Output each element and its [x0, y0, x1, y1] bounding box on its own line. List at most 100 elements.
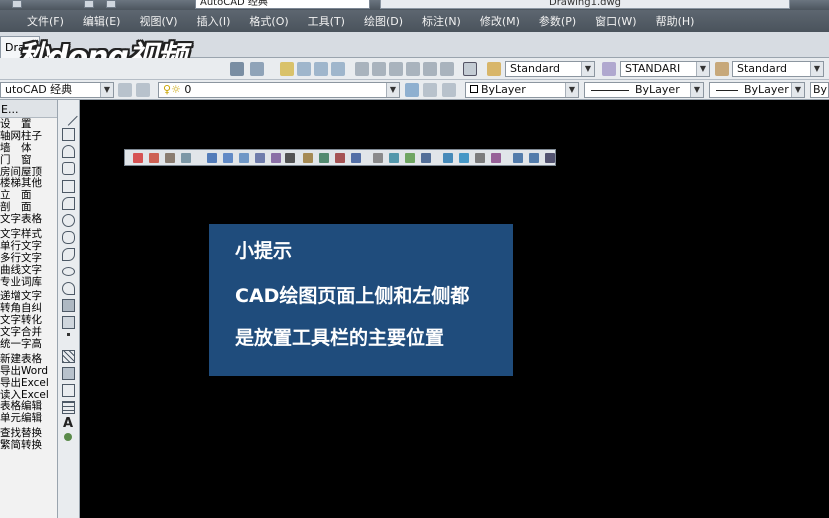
dim-baseline-icon[interactable] [303, 153, 313, 163]
panel-item-table-edit[interactable]: 表格编辑 [0, 400, 57, 413]
dim-jogged-icon[interactable] [239, 153, 249, 163]
ellipse-arc-icon[interactable] [62, 282, 75, 295]
dim-break-icon[interactable] [351, 153, 361, 163]
menu-draw[interactable]: 绘图(D) [355, 13, 413, 29]
layer-combo[interactable]: ♀☼ 0 ▼ [158, 82, 400, 98]
calculator-icon[interactable] [440, 62, 454, 76]
panel-item-text-merge[interactable]: 文字合并 [0, 326, 57, 338]
dim-edit-icon[interactable] [443, 153, 453, 163]
zoom-realtime-icon[interactable] [297, 62, 311, 76]
dim-ordinate-icon[interactable] [207, 153, 217, 163]
center-mark-icon[interactable] [389, 153, 399, 163]
insert-block-icon[interactable] [62, 299, 75, 312]
save-dim-icon[interactable] [545, 153, 555, 163]
rectangle-icon[interactable] [62, 180, 75, 193]
arc-icon[interactable] [62, 197, 75, 210]
layer-manager-icon[interactable] [136, 83, 150, 97]
workspace-settings-icon[interactable] [118, 83, 132, 97]
menu-window[interactable]: 窗口(W) [586, 13, 646, 29]
menu-view[interactable]: 视图(V) [130, 13, 187, 29]
dim-radius-icon[interactable] [223, 153, 233, 163]
gradient-icon[interactable] [62, 367, 75, 380]
menu-tools[interactable]: 工具(T) [299, 13, 355, 29]
panel-item-multiline-text[interactable]: 多行文字 [0, 252, 57, 264]
redo-icon[interactable] [250, 62, 264, 76]
dim-aligned-icon[interactable] [165, 153, 175, 163]
pan-icon[interactable] [280, 62, 294, 76]
quick-access-print-icon[interactable] [106, 0, 116, 8]
tool-palettes-icon[interactable] [389, 62, 403, 76]
polyline-icon[interactable] [62, 145, 75, 158]
panel-item-unify-height[interactable]: 统一字高 [0, 338, 57, 350]
table-icon[interactable] [62, 401, 75, 414]
properties-icon[interactable] [355, 62, 369, 76]
panel-item-term-library[interactable]: 专业词库 [0, 276, 57, 288]
dim-style-icon[interactable] [491, 153, 501, 163]
jogged-linear-icon[interactable] [421, 153, 431, 163]
dim-linear-icon[interactable] [149, 153, 159, 163]
table-style-combo[interactable]: Standard ▼ [732, 61, 824, 77]
multiline-text-icon[interactable]: A [63, 416, 73, 431]
panel-item-text-convert[interactable]: 文字转化 [0, 314, 57, 326]
panel-item-export-excel[interactable]: 导出Excel [0, 377, 57, 389]
region-icon[interactable] [62, 384, 75, 397]
ellipse-icon[interactable] [62, 267, 75, 276]
panel-item-text-style[interactable]: 文字样式 [0, 228, 57, 240]
dim-continue-icon[interactable] [319, 153, 329, 163]
undo-icon[interactable] [230, 62, 244, 76]
menu-file[interactable]: 文件(F) [18, 13, 74, 29]
panel-item-new-table[interactable]: 新建表格 [0, 353, 57, 365]
panel-item-doors-windows[interactable]: 门 窗 [0, 154, 57, 166]
zoom-window-icon[interactable] [314, 62, 328, 76]
quick-access-save-icon[interactable] [84, 0, 94, 8]
panel-item-find-replace[interactable]: 查找替换 [0, 427, 57, 439]
revision-cloud-icon[interactable] [62, 231, 75, 244]
panel-item-increment-text[interactable]: 递增文字 [0, 290, 57, 303]
panel-item-rooms-roof[interactable]: 房间屋顶 [0, 166, 57, 178]
dim-text-edit-icon[interactable] [459, 153, 469, 163]
menu-modify[interactable]: 修改(M) [471, 13, 530, 29]
point-icon[interactable] [67, 333, 70, 336]
pan-cross-icon[interactable] [529, 153, 539, 163]
panel-item-single-line-text[interactable]: 单行文字 [0, 240, 57, 252]
construction-line-icon[interactable] [62, 128, 75, 141]
linetype-combo[interactable]: ByLayer ▼ [584, 82, 704, 98]
hatch-icon[interactable] [62, 350, 75, 363]
panel-item-settings[interactable]: 设 置 [0, 118, 57, 130]
quick-dim-icon[interactable] [285, 153, 295, 163]
dim-style-combo[interactable]: STANDARI ▼ [620, 61, 710, 77]
menu-parameter[interactable]: 参数(P) [530, 13, 586, 29]
add-selected-icon[interactable] [64, 433, 72, 441]
move-icon[interactable] [513, 153, 523, 163]
design-center-icon[interactable] [372, 62, 386, 76]
workspace-combo-top[interactable]: AutoCAD 经典 [195, 0, 370, 9]
dim-angular-icon[interactable] [271, 153, 281, 163]
text-style-combo[interactable]: Standard ▼ [505, 61, 595, 77]
layer-match-icon[interactable] [442, 83, 456, 97]
lineweight-combo[interactable]: ByLayer ▼ [709, 82, 805, 98]
dim-arc-icon[interactable] [181, 153, 191, 163]
menu-edit[interactable]: 编辑(E) [74, 13, 131, 29]
sheet-set-icon[interactable] [406, 62, 420, 76]
help-icon[interactable] [463, 62, 477, 76]
dim-diameter-icon[interactable] [255, 153, 265, 163]
panel-item-export-word[interactable]: 导出Word [0, 365, 57, 377]
dim-space-icon[interactable] [335, 153, 345, 163]
zoom-previous-icon[interactable] [331, 62, 345, 76]
menu-help[interactable]: 帮助(H) [647, 13, 705, 29]
color-combo[interactable]: ByLayer ▼ [465, 82, 579, 98]
panel-item-stairs-other[interactable]: 楼梯其他 [0, 177, 57, 190]
make-current-layer-icon[interactable] [405, 83, 419, 97]
menu-insert[interactable]: 插入(I) [188, 13, 241, 29]
spline-icon[interactable] [62, 248, 75, 261]
workspace-combo[interactable]: utoCAD 经典 ▼ [0, 82, 114, 98]
dim-update-icon[interactable] [475, 153, 485, 163]
circle-icon[interactable] [62, 214, 75, 227]
line-icon[interactable] [59, 107, 78, 126]
panel-item-axis-columns[interactable]: 轴网柱子 [0, 130, 57, 142]
panel-item-curve-text[interactable]: 曲线文字 [0, 264, 57, 276]
quick-access-new-icon[interactable] [12, 0, 22, 8]
grid-icon[interactable] [133, 153, 143, 163]
plotstyle-combo[interactable]: By [810, 82, 829, 98]
panel-item-cell-edit[interactable]: 单元编辑 [0, 412, 57, 424]
